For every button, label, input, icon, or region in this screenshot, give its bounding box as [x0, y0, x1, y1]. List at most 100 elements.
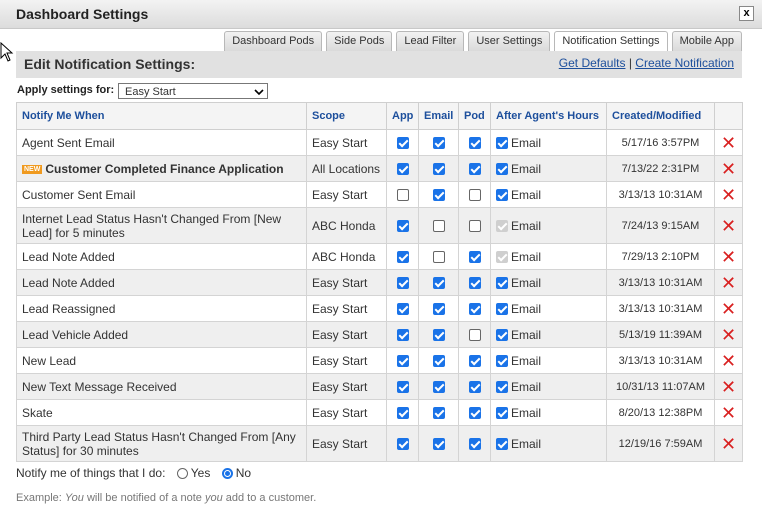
apply-settings-select[interactable]: Easy Start	[118, 83, 268, 99]
pod-checkbox[interactable]	[468, 251, 481, 264]
col-scope-header[interactable]: Scope	[306, 102, 387, 130]
table-row: New Text Message Received Easy Start Email…	[16, 373, 743, 400]
delete-icon[interactable]: ✕	[714, 155, 743, 182]
pod-checkbox[interactable]	[468, 137, 481, 150]
after-hours-email-checkbox[interactable]	[496, 162, 508, 175]
after-hours-email-checkbox[interactable]	[496, 406, 508, 419]
delete-icon[interactable]: ✕	[714, 269, 743, 296]
email-checkbox[interactable]	[432, 163, 445, 176]
after-hours-email-checkbox[interactable]	[496, 354, 508, 367]
pod-checkbox[interactable]	[468, 163, 481, 176]
pod-checkbox[interactable]	[468, 355, 481, 368]
app-checkbox[interactable]	[396, 329, 409, 342]
tab-side-pods[interactable]: Side Pods	[326, 31, 393, 51]
pod-checkbox[interactable]	[468, 189, 481, 202]
created-modified-cell: 3/13/13 10:31AM	[606, 347, 715, 374]
tab-notification-settings[interactable]: Notification Settings	[554, 31, 668, 52]
pod-checkbox[interactable]	[468, 277, 481, 290]
delete-icon[interactable]: ✕	[714, 373, 743, 400]
after-hours-email-checkbox[interactable]	[496, 328, 508, 341]
email-checkbox[interactable]	[432, 303, 445, 316]
email-checkbox[interactable]	[432, 137, 445, 150]
app-checkbox[interactable]	[396, 220, 409, 233]
apply-settings-label: Apply settings for:	[17, 84, 115, 96]
col-pod-header[interactable]: Pod	[458, 102, 491, 130]
app-checkbox[interactable]	[396, 381, 409, 394]
example-suffix: add to a customer.	[222, 492, 317, 504]
notify-yes-radio[interactable]	[176, 468, 188, 480]
col-notify-header[interactable]: Notify Me When	[16, 102, 307, 130]
after-hours-email-checkbox[interactable]	[496, 302, 508, 315]
email-checkbox[interactable]	[432, 355, 445, 368]
app-checkbox[interactable]	[396, 355, 409, 368]
close-button[interactable]: x	[739, 6, 754, 21]
after-hours-email-checkbox[interactable]	[496, 136, 508, 149]
delete-icon[interactable]: ✕	[714, 181, 743, 208]
delete-icon[interactable]: ✕	[714, 425, 743, 462]
email-checkbox[interactable]	[432, 381, 445, 394]
col-app-header[interactable]: App	[386, 102, 419, 130]
after-hours-email-checkbox[interactable]	[496, 188, 508, 201]
notification-name: Lead Reassigned	[22, 301, 116, 316]
pod-cell	[458, 243, 491, 270]
email-cell	[418, 269, 459, 296]
tab-dashboard-pods[interactable]: Dashboard Pods	[224, 31, 323, 51]
col-created-header[interactable]: Created/Modified	[606, 102, 715, 130]
header-links: Get Defaults | Create Notification	[559, 56, 734, 70]
app-checkbox[interactable]	[396, 303, 409, 316]
app-checkbox[interactable]	[396, 407, 409, 420]
after-hours-email-checkbox[interactable]	[496, 276, 508, 289]
pod-checkbox[interactable]	[468, 407, 481, 420]
email-cell	[418, 399, 459, 426]
tab-lead-filter[interactable]: Lead Filter	[396, 31, 465, 51]
email-checkbox[interactable]	[432, 438, 445, 451]
scope-cell: Easy Start	[306, 129, 387, 156]
pod-checkbox[interactable]	[468, 329, 481, 342]
delete-icon[interactable]: ✕	[714, 399, 743, 426]
scope-cell: Easy Start	[306, 295, 387, 322]
pod-checkbox[interactable]	[468, 438, 481, 451]
email-checkbox[interactable]	[432, 329, 445, 342]
delete-icon[interactable]: ✕	[714, 243, 743, 270]
app-checkbox[interactable]	[396, 137, 409, 150]
created-modified-cell: 7/13/22 2:31PM	[606, 155, 715, 182]
email-checkbox[interactable]	[432, 407, 445, 420]
after-hours-email-label: Email	[511, 301, 542, 316]
app-checkbox[interactable]	[396, 189, 409, 202]
app-checkbox[interactable]	[396, 277, 409, 290]
email-checkbox[interactable]	[432, 189, 445, 202]
notification-name: Internet Lead Status Hasn't Changed From…	[22, 211, 282, 240]
delete-icon[interactable]: ✕	[714, 129, 743, 156]
created-modified-cell: 7/24/13 9:15AM	[606, 207, 715, 244]
pod-cell	[458, 207, 491, 244]
scope-cell: Easy Start	[306, 373, 387, 400]
tab-user-settings[interactable]: User Settings	[468, 31, 551, 51]
after-hours-email-checkbox[interactable]	[496, 437, 508, 450]
delete-icon[interactable]: ✕	[714, 321, 743, 348]
after-hours-cell: Email	[490, 207, 607, 244]
delete-icon[interactable]: ✕	[714, 207, 743, 244]
delete-icon[interactable]: ✕	[714, 347, 743, 374]
pod-cell	[458, 155, 491, 182]
tab-mobile-app[interactable]: Mobile App	[671, 31, 742, 51]
pod-checkbox[interactable]	[468, 381, 481, 394]
app-cell	[386, 295, 419, 322]
email-checkbox[interactable]	[432, 220, 445, 233]
get-defaults-link[interactable]: Get Defaults	[559, 56, 626, 70]
col-email-header[interactable]: Email	[418, 102, 459, 130]
created-modified-cell: 5/13/19 11:39AM	[606, 321, 715, 348]
pod-checkbox[interactable]	[468, 303, 481, 316]
app-checkbox[interactable]	[396, 251, 409, 264]
col-after-hours-header[interactable]: After Agent's Hours	[490, 102, 607, 130]
after-hours-email-checkbox[interactable]	[496, 380, 508, 393]
notify-no-radio[interactable]	[221, 468, 233, 480]
notify-yes-label: Yes	[190, 466, 211, 480]
delete-icon[interactable]: ✕	[714, 295, 743, 322]
create-notification-link[interactable]: Create Notification	[635, 56, 734, 70]
email-checkbox[interactable]	[432, 277, 445, 290]
app-checkbox[interactable]	[396, 163, 409, 176]
app-checkbox[interactable]	[396, 438, 409, 451]
email-checkbox[interactable]	[432, 251, 445, 264]
pod-checkbox[interactable]	[468, 220, 481, 233]
notification-table: Notify Me When Scope App Email Pod After…	[16, 102, 743, 462]
